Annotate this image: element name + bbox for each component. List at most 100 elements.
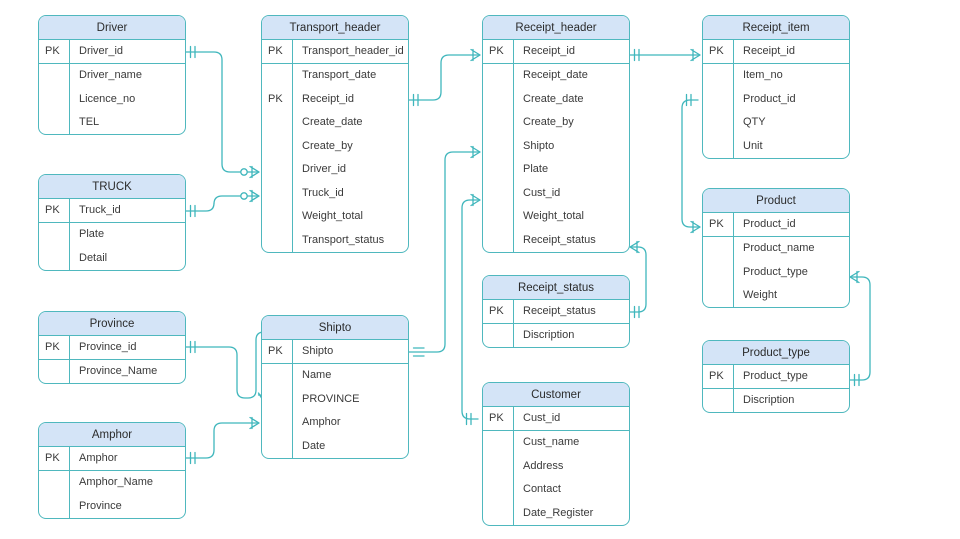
key-cell-empty [703,87,734,111]
attribute-row[interactable]: Discription [483,323,629,347]
attribute-row[interactable]: Create_by [262,134,408,158]
attribute-row[interactable]: Cust_name [483,430,629,454]
attribute-row[interactable]: Contact [483,477,629,501]
attribute-row[interactable]: Weight [703,283,849,307]
attribute-row[interactable]: PK Receipt_id [262,87,408,111]
attribute-row[interactable]: Product_id [703,87,849,111]
attribute-row[interactable]: Create_by [483,110,629,134]
attribute-row[interactable]: Amphor_Name [39,470,185,494]
relationship-shipto-receipt [408,145,481,357]
key-cell-empty [483,110,514,134]
key-cell-empty [39,110,70,134]
key-cell-empty [703,63,734,87]
attribute-row[interactable]: Driver_name [39,63,185,87]
attribute-row[interactable]: Shipto [483,134,629,158]
entity-table-driver[interactable]: Driver PK Driver_id Driver_name Licence_no TE… [38,15,186,135]
attribute-name: TEL [79,116,100,129]
attribute-row[interactable]: PK Product_id [703,213,849,237]
attribute-row[interactable]: Create_date [262,110,408,134]
attribute-row[interactable]: PK Product_type [703,365,849,389]
key-cell-empty [262,181,293,205]
attribute-row[interactable]: Item_no [703,63,849,87]
attribute-name: Contact [523,483,561,496]
entity-title-receipt_item: Receipt_item [703,16,849,40]
attribute-row[interactable]: PK Truck_id [39,199,185,223]
attribute-row[interactable]: Driver_id [262,157,408,181]
attribute-row[interactable]: Product_name [703,236,849,260]
attribute-name: Product_id [743,92,796,105]
attribute-row[interactable]: Receipt_status [483,228,629,252]
attribute-row[interactable]: PK Amphor [39,447,185,471]
primary-key-badge: PK [483,407,514,430]
key-cell-empty [703,260,734,284]
attribute-name: Product_type [743,265,808,278]
attribute-row[interactable]: Receipt_date [483,63,629,87]
relationship-truck-transport [185,189,260,218]
entity-table-amphor[interactable]: Amphor PK Amphor Amphor_Name Province [38,422,186,519]
attribute-name: Product_name [743,242,815,255]
key-cell-empty [262,204,293,228]
attribute-row[interactable]: PK Transport_header_id [262,40,408,64]
entity-table-shipto[interactable]: Shipto PK Shipto Name PROVINCE Amphor Date [261,315,409,459]
attribute-row[interactable]: Province_Name [39,359,185,383]
entity-title-receipt_status: Receipt_status [483,276,629,300]
attribute-row[interactable]: Truck_id [262,181,408,205]
relationship-province-shipto [185,331,271,403]
primary-key-badge: PK [39,40,70,63]
attribute-row[interactable]: PK Province_id [39,336,185,360]
attribute-row[interactable]: PK Receipt_id [703,40,849,64]
attribute-name: Cust_name [523,436,580,449]
attribute-row[interactable]: Date [262,434,408,458]
attribute-row[interactable]: Unit [703,134,849,158]
key-cell-empty [483,204,514,228]
attribute-name: Licence_no [79,92,136,105]
entity-table-receipt_item[interactable]: Receipt_item PK Receipt_id Item_no Product_i… [702,15,850,159]
attribute-row[interactable]: Cust_id [483,181,629,205]
entity-table-province[interactable]: Province PK Province_id Province_Name [38,311,186,384]
attribute-row[interactable]: Transport_status [262,228,408,252]
key-cell-empty [483,477,514,501]
attribute-row[interactable]: Date_Register [483,501,629,525]
attribute-row[interactable]: Address [483,454,629,478]
attribute-name: Receipt_id [523,45,575,58]
attribute-row[interactable]: Create_date [483,87,629,111]
entity-table-product_type[interactable]: Product_type PK Product_type Discription [702,340,850,413]
entity-title-receipt_header: Receipt_header [483,16,629,40]
attribute-row[interactable]: Name [262,363,408,387]
attribute-row[interactable]: Province [39,494,185,518]
attribute-row[interactable]: Detail [39,246,185,270]
attribute-row[interactable]: PK Shipto [262,340,408,364]
attribute-name: Receipt_status [523,233,596,246]
attribute-name: Discription [523,329,575,342]
attribute-name: Date_Register [523,506,594,519]
attribute-row[interactable]: Product_type [703,260,849,284]
attribute-name: Truck_id [79,204,121,217]
attribute-row[interactable]: Plate [39,222,185,246]
key-cell-empty [262,434,293,458]
attribute-row[interactable]: Amphor [262,410,408,434]
attribute-row[interactable]: Weight_total [483,204,629,228]
entity-table-receipt_header[interactable]: Receipt_header PK Receipt_id Receipt_date Cr… [482,15,630,253]
attribute-row[interactable]: Discription [703,388,849,412]
attribute-row[interactable]: Plate [483,157,629,181]
entity-table-transport_header[interactable]: Transport_header PK Transport_header_id Tra… [261,15,409,253]
key-cell-empty [39,470,70,494]
relationship-ptype-product [849,270,871,387]
entity-table-truck[interactable]: TRUCK PK Truck_id Plate Detail [38,174,186,271]
attribute-row[interactable]: Weight_total [262,204,408,228]
attribute-name: Cust_id [523,412,561,425]
attribute-row[interactable]: Transport_date [262,63,408,87]
entity-table-customer[interactable]: Customer PK Cust_id Cust_name Address Contact… [482,382,630,526]
attribute-row[interactable]: PK Cust_id [483,407,629,431]
entity-table-receipt_status[interactable]: Receipt_status PK Receipt_status Discriptio… [482,275,630,348]
attribute-row[interactable]: Licence_no [39,87,185,111]
attribute-row[interactable]: TEL [39,110,185,134]
entity-table-product[interactable]: Product PK Product_id Product_name Product_t… [702,188,850,308]
attribute-row[interactable]: PK Receipt_id [483,40,629,64]
attribute-row[interactable]: PK Driver_id [39,40,185,64]
key-cell-empty [39,246,70,270]
primary-key-badge: PK [262,340,293,363]
attribute-row[interactable]: PROVINCE [262,387,408,411]
attribute-row[interactable]: PK Receipt_status [483,300,629,324]
attribute-row[interactable]: QTY [703,110,849,134]
